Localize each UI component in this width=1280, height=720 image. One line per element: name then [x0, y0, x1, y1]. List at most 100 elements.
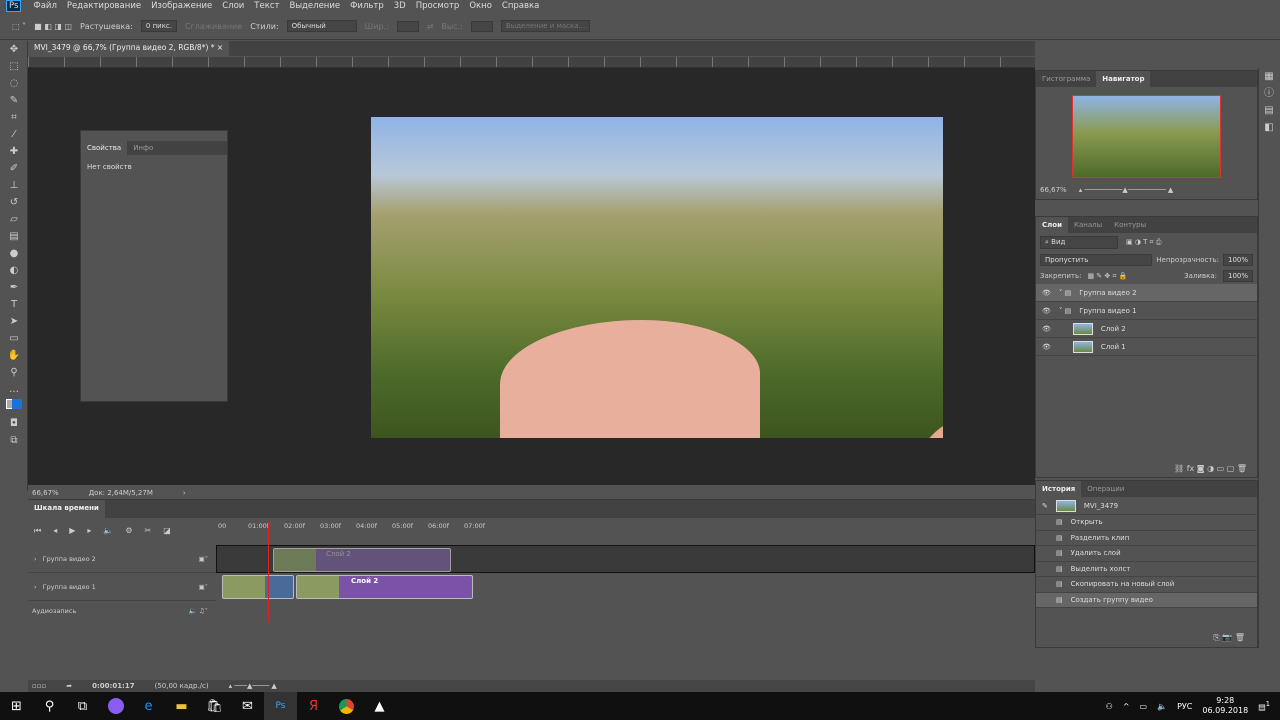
menu-window[interactable]: Окно [469, 1, 492, 11]
panel-icon[interactable]: ▦ [1259, 68, 1279, 85]
render-icon[interactable]: ➦ [66, 682, 72, 690]
task-view-icon[interactable]: ⧉ [66, 692, 99, 720]
zoom-tool-icon[interactable]: ⚲ [0, 364, 28, 381]
marquee-tool-icon[interactable]: ⬚ [0, 58, 28, 75]
antialias-checkbox[interactable]: Сглаживание [185, 22, 242, 31]
move-tool-icon[interactable]: ✥ [0, 41, 28, 58]
eye-icon[interactable]: 👁 [1042, 343, 1051, 351]
tab-actions[interactable]: Операции [1081, 481, 1130, 497]
tab-paths[interactable]: Контуры [1108, 217, 1152, 233]
history-item[interactable]: ▤ Удалить слой [1036, 546, 1257, 562]
play-icon[interactable]: ▶ [69, 526, 75, 536]
video-clip[interactable] [222, 575, 294, 599]
menu-3d[interactable]: 3D [394, 1, 406, 11]
zoom-slider[interactable]: ▴ ───▲──── ▲ [229, 682, 277, 690]
quick-select-icon[interactable]: ✎ [0, 92, 28, 109]
people-icon[interactable]: ⚇ [1106, 702, 1113, 711]
crop-tool-icon[interactable]: ⌗ [0, 109, 28, 126]
selection-mode-icons[interactable]: ■ ◧ ◨ ◫ [34, 22, 72, 31]
store-icon[interactable]: 🛍 [198, 692, 231, 720]
eye-icon[interactable]: 👁 [1042, 325, 1051, 333]
select-and-mask-button[interactable]: Выделение и маска... [500, 20, 591, 32]
photoshop-taskbar-icon[interactable]: Ps [264, 692, 297, 720]
filter-icons[interactable]: ▣ ◑ T ⌗ ⎙ [1126, 238, 1161, 247]
color-swatches[interactable] [0, 398, 28, 415]
tab-history[interactable]: История [1036, 481, 1082, 497]
screen-mode-icon[interactable]: ⧉ [0, 432, 28, 449]
healing-brush-icon[interactable]: ✚ [0, 143, 28, 160]
layer-footer-icons[interactable]: ⛓ fx ◙ ◑ ▭ ▢ 🗑 [1174, 464, 1247, 473]
stamp-tool-icon[interactable]: ⊥ [0, 177, 28, 194]
menu-help[interactable]: Справка [502, 1, 539, 11]
type-tool-icon[interactable]: T [0, 296, 28, 313]
yandex-icon[interactable]: Я [297, 692, 330, 720]
search-icon[interactable]: ⚲ [33, 692, 66, 720]
network-icon[interactable]: ▭ [1140, 702, 1148, 711]
menu-image[interactable]: Изображение [151, 1, 212, 11]
status-arrow-icon[interactable]: › [183, 489, 186, 497]
history-item[interactable]: ▤ Открыть [1036, 515, 1257, 531]
audio-track-icons[interactable]: 🔈 ♫˅ [189, 607, 208, 615]
layer-row[interactable]: 👁 ˅ ▤ Группа видео 1 [1036, 302, 1257, 320]
split-scissors-icon[interactable]: ✂ [145, 526, 152, 536]
menu-edit[interactable]: Редактирование [67, 1, 141, 11]
tab-properties[interactable]: Свойства [81, 141, 128, 155]
prev-frame-icon[interactable]: ◂ [53, 526, 57, 536]
layer-row[interactable]: 👁 ˅ ▤ Группа видео 2 [1036, 284, 1257, 302]
clock[interactable]: 9:28 06.09.2018 [1202, 696, 1248, 716]
zoom-slider[interactable]: ▴ ─────────▲───────── ▲ [1079, 186, 1174, 194]
language-indicator[interactable]: РУС [1177, 702, 1192, 711]
path-select-icon[interactable]: ➤ [0, 313, 28, 330]
audio-icon[interactable]: 🔈 [103, 526, 113, 536]
menu-view[interactable]: Просмотр [416, 1, 460, 11]
blur-icon[interactable]: ● [0, 245, 28, 262]
more-tools-icon[interactable]: … [0, 381, 28, 398]
eye-icon[interactable]: 👁 [1042, 289, 1051, 297]
menu-type[interactable]: Текст [254, 1, 279, 11]
photos-icon[interactable]: ▲ [363, 692, 396, 720]
playhead[interactable] [268, 522, 269, 622]
lock-icons[interactable]: ▦ ✎ ✥ ⌗ 🔒 [1087, 272, 1127, 281]
swap-icon[interactable]: ⇄ [427, 22, 434, 31]
track-header[interactable]: › Группа видео 1 ▣˅ [28, 573, 216, 601]
panel-icon[interactable]: ◧ [1259, 119, 1279, 136]
film-icon[interactable]: ▣˅ [199, 583, 208, 591]
brush-tool-icon[interactable]: ✐ [0, 160, 28, 177]
blend-mode-select[interactable]: Пропустить [1040, 254, 1153, 266]
pen-tool-icon[interactable]: ✒ [0, 279, 28, 296]
height-input[interactable] [470, 20, 493, 32]
history-item[interactable]: ▤ Выделить холст [1036, 562, 1257, 577]
fill-input[interactable]: 100% [1222, 270, 1253, 282]
layer-row[interactable]: 👁 Слой 2 [1036, 320, 1257, 338]
menu-filter[interactable]: Фильтр [350, 1, 384, 11]
volume-icon[interactable]: 🔈 [1157, 702, 1167, 711]
width-input[interactable] [396, 20, 419, 32]
tab-navigator[interactable]: Навигатор [1096, 71, 1151, 87]
next-frame-icon[interactable]: ▸ [87, 526, 91, 536]
start-icon[interactable]: ⊞ [0, 692, 33, 720]
cortana-icon[interactable] [99, 692, 132, 720]
first-frame-icon[interactable]: ⏮ [34, 526, 41, 536]
chrome-icon[interactable] [330, 692, 363, 720]
notifications-icon[interactable]: ▤1 [1258, 700, 1270, 712]
navigator-thumbnail[interactable] [1072, 95, 1221, 178]
track-header[interactable]: › Группа видео 2 ▣˅ [28, 545, 216, 573]
show-hidden-icon[interactable]: ^ [1123, 702, 1130, 711]
track-header[interactable]: Аудиозапись 🔈 ♫˅ [28, 601, 216, 621]
history-brush-icon[interactable]: ↺ [0, 194, 28, 211]
eyedropper-icon[interactable]: ⁄ [0, 126, 28, 143]
history-item[interactable]: ▤ Создать группу видео [1036, 592, 1257, 608]
navigator-zoom-value[interactable]: 66,67% [1040, 186, 1067, 194]
dodge-icon[interactable]: ◐ [0, 262, 28, 279]
tab-info[interactable]: Инфо [127, 141, 159, 155]
style-select[interactable]: Обычный [286, 20, 357, 32]
document-tab[interactable]: MVI_3479 @ 66,7% (Группа видео 2, RGB/8*… [28, 41, 230, 56]
history-item[interactable]: ▤ Скопировать на новый слой [1036, 577, 1257, 593]
history-item[interactable]: ▤ Разделить клип [1036, 531, 1257, 546]
transition-icon[interactable]: ◪ [163, 526, 171, 536]
menu-layer[interactable]: Слои [222, 1, 244, 11]
settings-icon[interactable]: ⚙ [125, 526, 132, 536]
feather-input[interactable]: 0 пикс. [140, 20, 177, 32]
history-snapshot[interactable]: ✎ MVI_3479 [1036, 497, 1257, 515]
tab-layers[interactable]: Слои [1036, 217, 1068, 233]
